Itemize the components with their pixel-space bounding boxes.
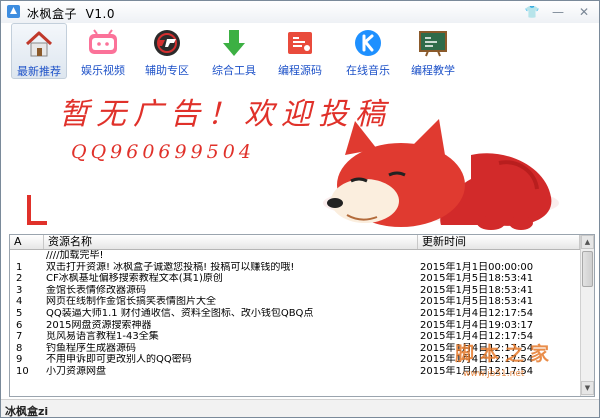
watermark-url: www.jb51.net: [463, 369, 525, 379]
tool-label: 最新推荐: [17, 65, 61, 78]
row-update-time: 2015年1月4日19:03:17: [420, 319, 534, 331]
status-bar: 冰枫盒zi: [1, 399, 599, 418]
row-index: 9: [16, 354, 23, 366]
banner-qq-number: QQ960699504: [71, 141, 255, 163]
tool-cheat-zone[interactable]: 辅助专区: [139, 23, 195, 79]
table-row[interactable]: 6 2015网盘资源搜索神器 2015年1月4日19:03:17: [10, 320, 580, 332]
row-index: 3: [16, 284, 23, 296]
app-window: 冰枫盒子 V1.0 👕 — ✕ 最新推荐 娱乐视频 辅助专区 综合工具 编程源码…: [0, 0, 600, 418]
tool-label: 编程教学: [411, 64, 455, 77]
row-index: 4: [16, 296, 23, 308]
row-resource-name: 金馆长表情修改器源码: [46, 284, 146, 296]
download-arrow-icon: [223, 30, 245, 56]
table-row[interactable]: 4 网页在线制作金馆长搞笑表情图片大全 2015年1月5日18:53:41: [10, 296, 580, 308]
table-row[interactable]: 3 金馆长表情修改器源码 2015年1月5日18:53:41: [10, 285, 580, 297]
app-version: V1.0: [85, 7, 115, 21]
tool-entertainment-video[interactable]: 娱乐视频: [75, 23, 131, 79]
code-book-icon: [288, 32, 312, 54]
row-index: 6: [16, 319, 23, 331]
scrollbar-thumb[interactable]: [582, 251, 593, 287]
row-resource-name: CF冰枫基址偏移搜索教程文本(其1)原创: [46, 273, 223, 285]
watermark-brand: 脚本之家: [455, 343, 556, 365]
row-resource-name: 小刀资源网盘: [46, 365, 106, 377]
table-header: A 资源名称 更新时间: [10, 235, 580, 250]
row-update-time: 2015年1月5日18:53:41: [420, 273, 534, 285]
row-update-time: 2015年1月5日18:53:41: [420, 284, 534, 296]
column-header-update-time[interactable]: 更新时间: [418, 235, 580, 249]
column-header-resource-name[interactable]: 资源名称: [44, 235, 418, 249]
tool-label: 在线音乐: [346, 64, 390, 77]
skin-button[interactable]: 👕: [523, 3, 541, 21]
ad-banner[interactable]: 暂无广告！欢迎投稿 QQ960699504: [1, 81, 599, 233]
main-toolbar: 最新推荐 娱乐视频 辅助专区 综合工具 编程源码 在线音乐 编程教学: [1, 23, 599, 81]
row-update-time: 2015年1月5日18:53:41: [420, 296, 534, 308]
tool-label: 综合工具: [212, 64, 256, 77]
tool-label: 编程源码: [278, 64, 322, 77]
scroll-up-button[interactable]: ▲: [581, 235, 594, 249]
table-row[interactable]: ////加载完毕!: [10, 250, 580, 262]
row-resource-name: QQ装逼大师1.1 财付通收信、资料全图标、改小钱包QBQ点: [46, 307, 314, 319]
row-index: 1: [16, 261, 23, 273]
tool-label: 辅助专区: [145, 64, 189, 77]
minimize-button[interactable]: —: [549, 3, 567, 21]
row-resource-name: ////加载完毕!: [46, 250, 104, 261]
status-text: 冰枫盒zi: [5, 405, 49, 418]
tool-online-music[interactable]: 在线音乐: [339, 23, 397, 79]
app-logo-icon: [7, 5, 20, 18]
table-row[interactable]: 5 QQ装逼大师1.1 财付通收信、资料全图标、改小钱包QBQ点 2015年1月4日…: [10, 308, 580, 320]
column-header-index[interactable]: A: [10, 235, 44, 249]
tool-label: 娱乐视频: [81, 64, 125, 77]
row-resource-name: 不用申诉即可更改别人的QQ密码: [46, 354, 192, 366]
row-index: 2: [16, 273, 23, 285]
row-resource-name: 钓鱼程序生成器源码: [46, 342, 136, 354]
row-index: 5: [16, 307, 23, 319]
row-resource-name: 双击打开资源! 冰枫盒子诚邀您投稿! 投稿可以赚钱的哦!: [46, 261, 295, 273]
row-resource-name: 网页在线制作金馆长搞笑表情图片大全: [46, 296, 216, 308]
row-update-time: 2015年1月1日00:00:00: [420, 261, 534, 273]
title-bar[interactable]: 冰枫盒子 V1.0 👕 — ✕: [1, 1, 599, 24]
home-icon: [25, 31, 53, 57]
row-index: 7: [16, 331, 23, 343]
window-title: 冰枫盒子: [27, 7, 78, 21]
table-row[interactable]: 1 双击打开资源! 冰枫盒子诚邀您投稿! 投稿可以赚钱的哦! 2015年1月1日00…: [10, 262, 580, 274]
kugou-music-icon: [355, 30, 381, 56]
row-index: 8: [16, 342, 23, 354]
tool-latest-recommend[interactable]: 最新推荐: [11, 23, 67, 79]
tool-programming-tutorial[interactable]: 编程教学: [405, 23, 461, 79]
tool-general-tools[interactable]: 综合工具: [205, 23, 263, 79]
site-watermark: 脚本之家 www.jb51.net: [455, 339, 597, 385]
row-index: 10: [16, 365, 29, 377]
close-button[interactable]: ✕: [575, 3, 593, 21]
blackboard-icon: [419, 31, 447, 57]
banner-corner-mark: [27, 221, 47, 225]
row-update-time: 2015年1月4日12:17:54: [420, 307, 534, 319]
bilibili-icon: [89, 29, 117, 54]
table-row[interactable]: 2 CF冰枫基址偏移搜索教程文本(其1)原创 2015年1月5日18:53:41: [10, 273, 580, 285]
crossfire-icon: [154, 30, 180, 56]
row-resource-name: 2015网盘资源搜索神器: [46, 319, 152, 331]
row-resource-name: 觅风易语言教程1-43全集: [46, 331, 159, 343]
tool-source-code[interactable]: 编程源码: [271, 23, 329, 79]
fox-mascot-icon: [323, 119, 559, 230]
